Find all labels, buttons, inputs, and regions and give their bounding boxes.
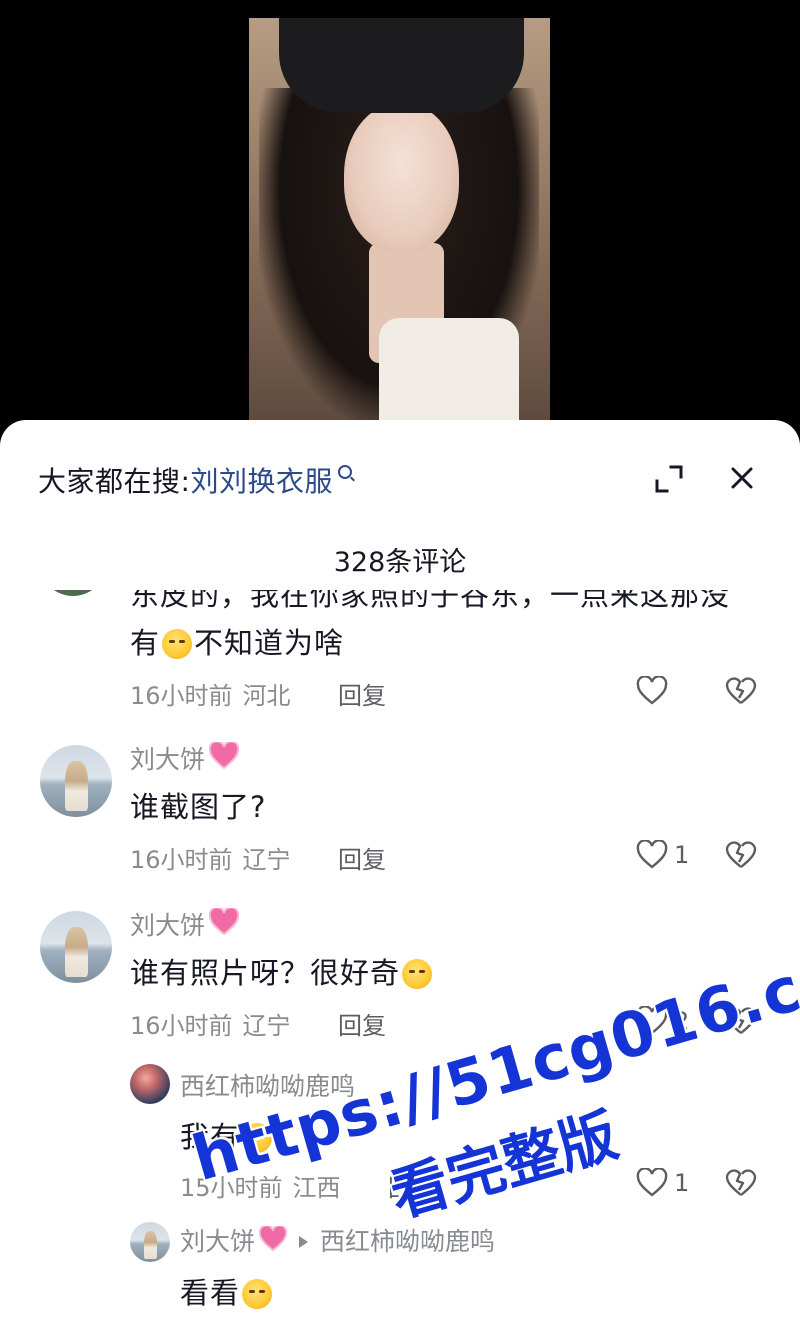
close-icon[interactable] — [726, 462, 758, 494]
comment-meta: 16小时前 辽宁 — [130, 840, 291, 875]
avatar[interactable] — [130, 1064, 170, 1104]
comment-text-body: 谁有照片呀？很好奇 — [130, 956, 401, 990]
crying-laughing-emoji-icon — [162, 629, 193, 659]
comment-text-end: 不知道为啥 — [194, 626, 345, 660]
comment-text: 看看 — [180, 1270, 274, 1312]
avatar[interactable] — [40, 745, 112, 817]
comment-time: 15小时前 — [180, 1174, 283, 1202]
comment-time: 16小时前 — [130, 682, 233, 710]
comment-meta: 16小时前 河北 — [130, 676, 291, 711]
comment-meta: 15小时前 江西 — [180, 1168, 341, 1203]
like-count: 1 — [674, 841, 690, 869]
broken-heart-icon[interactable] — [724, 674, 758, 708]
comment-text-start: 有 — [130, 626, 161, 660]
comment-meta: 16小时前 辽宁 — [130, 1006, 291, 1041]
emoji-icon — [242, 1279, 273, 1309]
comment-text: 谁有照片呀？很好奇 — [130, 950, 434, 992]
comment-text-body: 我有 — [180, 1120, 241, 1154]
comment-time: 16小时前 — [130, 846, 233, 874]
comment-text-partial: 东皮的，我在你家照的子谷东，一点来这那没 — [130, 590, 731, 612]
heart-outline-icon — [636, 840, 668, 869]
reply-button[interactable]: 回复 — [338, 676, 386, 711]
broken-heart-icon[interactable] — [724, 1004, 758, 1038]
like-button[interactable]: 1 — [636, 838, 689, 872]
like-count: 2 — [674, 1007, 690, 1035]
comment-location: 江西 — [292, 1174, 341, 1202]
comment-text: 有不知道为啥 — [130, 620, 344, 662]
reply-to-username[interactable]: 西红柿呦呦鹿鸣 — [320, 1227, 495, 1256]
username-text: 刘大饼 — [130, 745, 206, 774]
video-top-shape — [379, 318, 519, 423]
reply-button[interactable]: 回复 — [388, 1168, 436, 1203]
avatar-figure — [65, 760, 89, 812]
comment-text: 我有 — [180, 1114, 274, 1156]
search-icon — [337, 465, 352, 479]
comment-username[interactable]: 刘大饼 西红柿呦呦鹿鸣 — [180, 1222, 495, 1258]
comment-location: 辽宁 — [242, 846, 291, 874]
video-thumbnail[interactable] — [249, 18, 550, 423]
reply-arrow-icon — [299, 1236, 309, 1248]
avatar[interactable] — [130, 1222, 170, 1262]
comment-username[interactable]: 刘大饼 — [130, 906, 240, 942]
avatar-figure — [144, 1230, 157, 1259]
search-term-link[interactable]: 刘刘换衣服 — [190, 460, 333, 500]
comment-text: 谁截图了? — [130, 790, 267, 824]
reply-button[interactable]: 回复 — [338, 1006, 386, 1041]
avatar-figure — [65, 926, 89, 978]
like-count: 1 — [674, 1169, 690, 1197]
search-suggestion[interactable]: 大家都在搜: 刘刘换衣服 — [38, 460, 352, 500]
comment-username[interactable]: 刘大饼 — [130, 740, 240, 776]
heart-outline-icon — [636, 1006, 668, 1035]
reply-button[interactable]: 回复 — [338, 840, 386, 875]
comment-location: 辽宁 — [242, 1012, 291, 1040]
like-button[interactable]: 1 — [636, 1166, 689, 1200]
like-button[interactable] — [636, 674, 674, 708]
heart-outline-icon — [636, 676, 668, 705]
comment-sheet: 大家都在搜: 刘刘换衣服 328条评论 东皮的，我在你家照的子谷东，一点来这那没… — [0, 420, 800, 1329]
reply-item: 刘大饼 西红柿呦呦鹿鸣 看看 — [0, 1220, 800, 1329]
heart-outline-icon — [636, 1168, 668, 1197]
comment-item: 刘大饼 谁有照片呀？很好奇 16小时前 辽宁 回复 2 — [0, 906, 800, 1066]
avatar[interactable] — [40, 590, 106, 596]
pink-heart-emoji-icon — [258, 1224, 288, 1258]
broken-heart-icon[interactable] — [724, 1166, 758, 1200]
video-cap-shape — [279, 18, 524, 113]
username-text: 刘大饼 — [180, 1227, 256, 1256]
comment-list[interactable]: 东皮的，我在你家照的子谷东，一点来这那没 有不知道为啥 16小时前 河北 回复 刘… — [0, 590, 800, 1329]
avatar[interactable] — [40, 911, 112, 983]
reply-item: 西红柿呦呦鹿鸣 我有 15小时前 江西 回复 1 — [0, 1062, 800, 1222]
comment-text-body: 看看 — [180, 1276, 241, 1310]
search-prefix: 大家都在搜: — [38, 465, 191, 498]
comment-username[interactable]: 西红柿呦呦鹿鸣 — [180, 1067, 355, 1103]
pink-heart-emoji-icon — [208, 906, 240, 942]
username-text: 刘大饼 — [130, 911, 206, 940]
comment-time: 16小时前 — [130, 1012, 233, 1040]
comment-location: 河北 — [242, 682, 291, 710]
video-face-shape — [344, 103, 459, 253]
smirk-emoji-icon — [402, 959, 433, 989]
pink-heart-emoji-icon — [208, 740, 240, 776]
comment-item: 东皮的，我在你家照的子谷东，一点来这那没 有不知道为啥 16小时前 河北 回复 — [0, 590, 800, 740]
comment-item: 刘大饼 谁截图了? 16小时前 辽宁 回复 1 — [0, 740, 800, 910]
video-area[interactable] — [0, 0, 800, 440]
like-button[interactable]: 2 — [636, 1004, 689, 1038]
comments-count-title: 328条评论 — [333, 547, 467, 578]
expand-icon[interactable] — [654, 464, 684, 494]
broken-heart-icon[interactable] — [724, 838, 758, 872]
laughing-emoji-icon — [242, 1123, 273, 1153]
